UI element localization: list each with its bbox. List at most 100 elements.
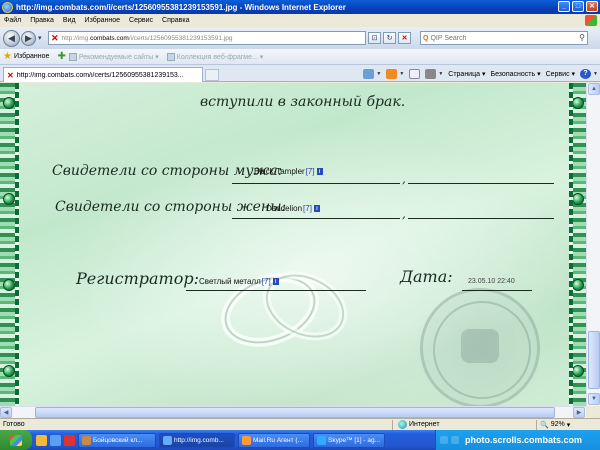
menu-view[interactable]: Вид (63, 17, 76, 24)
app-icon (82, 435, 91, 445)
task-button[interactable]: Skype™ [1] - ag... (313, 432, 385, 448)
menu-help[interactable]: Справка (162, 17, 189, 24)
info-icon[interactable]: i (313, 205, 320, 212)
certificate-header-text: вступили в законный брак. (200, 94, 406, 110)
search-box[interactable]: Q ⚲ (420, 31, 588, 45)
help-dropdown-icon[interactable]: ▼ (593, 71, 598, 77)
menu-tools[interactable]: Сервис (129, 17, 153, 24)
menu-bar: Файл Правка Вид Избранное Сервис Справка (0, 14, 600, 27)
print-icon[interactable] (425, 69, 437, 79)
page-menu[interactable]: Страница ▾ (448, 70, 485, 78)
scroll-up-button[interactable]: ▲ (588, 83, 600, 95)
compatibility-view-button[interactable]: ⊡ (368, 32, 381, 44)
horizontal-scrollbar[interactable]: ◀ ▶ (0, 406, 586, 418)
witness-wife-line (232, 218, 400, 219)
scroll-right-button[interactable]: ▶ (573, 407, 585, 418)
decorative-border-right (569, 83, 586, 406)
zone-label: Интернет (409, 421, 440, 428)
search-input[interactable] (430, 34, 571, 42)
safety-menu[interactable]: Безопасность ▾ (490, 70, 540, 78)
home-icon[interactable] (363, 69, 375, 79)
horizontal-scroll-thumb[interactable] (35, 407, 555, 418)
windows-flag-icon (10, 434, 22, 446)
zoom-control[interactable]: 🔍 92% ▾ (540, 421, 570, 429)
maximize-button[interactable]: □ (572, 1, 584, 12)
broken-image-icon: ✕ (51, 32, 59, 43)
address-toolbar: ◀ ▶ ▾ ✕ http://img.combats.com/i/certs/1… (0, 27, 600, 49)
feeds-dropdown-icon[interactable]: ▼ (399, 71, 404, 77)
gem-icon (3, 279, 15, 291)
witness-husband-value: Black-Tampler [7] i (254, 167, 323, 176)
gem-icon (3, 97, 15, 109)
new-tab-button[interactable] (205, 69, 219, 81)
info-icon[interactable]: i (272, 278, 279, 285)
mail-icon[interactable] (409, 69, 421, 79)
info-icon[interactable]: i (316, 168, 323, 175)
print-dropdown-icon[interactable]: ▼ (438, 71, 443, 77)
start-button[interactable] (0, 430, 32, 450)
favorites-star-icon[interactable]: ★ (3, 51, 12, 62)
qip-search-icon: Q (423, 34, 429, 42)
zoom-dropdown-icon[interactable]: ▾ (567, 421, 571, 429)
stop-button[interactable]: ✕ (398, 32, 411, 44)
gem-icon (3, 193, 15, 205)
status-text: Готово (3, 421, 25, 428)
status-divider (392, 420, 393, 430)
menu-favorites[interactable]: Избранное (85, 17, 120, 24)
tab-row: ✕ http://img.combats.com/i/certs/1256095… (0, 65, 600, 82)
separator-comma: , (402, 172, 406, 186)
tab-label: http://img.combats.com/i/certs/125609553… (16, 71, 184, 79)
menu-edit[interactable]: Правка (30, 17, 54, 24)
date-label: Дата: (400, 267, 453, 286)
scroll-left-button[interactable]: ◀ (0, 407, 12, 418)
witness-husband-label: Свидетели со стороны мужа: (52, 163, 283, 179)
add-favorite-icon[interactable]: ✚ (57, 51, 65, 62)
gem-icon (572, 97, 584, 109)
suggested-sites-link[interactable]: Рекомендуемые сайты ▾ (68, 52, 159, 61)
system-tray: photo.scrolls.combats.com (435, 430, 600, 450)
forward-button[interactable]: ▶ (21, 30, 36, 46)
quick-launch-icon[interactable] (36, 434, 47, 446)
task-button-active[interactable]: http://img.comb... (159, 432, 235, 448)
quick-launch-icon[interactable] (50, 434, 61, 446)
favorites-button[interactable]: Избранное (14, 53, 49, 60)
vertical-scrollbar[interactable]: ▲ ▼ (586, 83, 600, 406)
address-url[interactable]: http://img.combats.com/i/certs/125609553… (62, 35, 233, 42)
witness-wife-line-2 (408, 218, 554, 219)
scroll-down-button[interactable]: ▼ (588, 393, 600, 405)
web-slice-gallery-link[interactable]: Коллекция веб-фрагме... ▾ (166, 52, 263, 61)
mail-agent-icon (242, 435, 251, 445)
minimize-button[interactable]: _ (558, 1, 570, 12)
security-zone[interactable]: Интернет (398, 420, 440, 429)
back-button[interactable]: ◀ (3, 29, 20, 47)
task-button[interactable]: Бойцовский кл... (78, 432, 156, 448)
tab-current[interactable]: ✕ http://img.combats.com/i/certs/1256095… (3, 67, 203, 82)
search-icon[interactable]: ⚲ (579, 33, 585, 42)
home-dropdown-icon[interactable]: ▼ (376, 71, 381, 77)
date-line (462, 290, 532, 291)
vertical-scroll-thumb[interactable] (588, 331, 600, 389)
date-value: 23.05.10 22:40 (468, 278, 515, 285)
command-bar: ▼ ▼ ▼ Страница ▾ Безопасность ▾ Сервис ▾… (363, 67, 598, 81)
skype-icon (317, 435, 326, 445)
close-button[interactable]: ✕ (586, 1, 598, 12)
registrar-line (186, 290, 366, 291)
tools-menu[interactable]: Сервис ▾ (546, 70, 575, 78)
menu-file[interactable]: Файл (4, 17, 21, 24)
witness-husband-line-2 (408, 183, 554, 184)
feeds-icon[interactable] (386, 69, 398, 79)
tray-icon[interactable] (451, 436, 459, 444)
address-field[interactable]: ✕ http://img.combats.com/i/certs/1256095… (48, 31, 366, 45)
watermark: photo.scrolls.combats.com (465, 435, 583, 445)
witness-husband-name: Black-Tampler (254, 167, 305, 176)
certificate-image: вступили в законный брак. Свидетели со с… (0, 83, 586, 406)
fist-icon (461, 329, 499, 363)
refresh-button[interactable]: ↻ (383, 32, 396, 44)
registrar-name: Светлый металл (199, 277, 261, 286)
history-dropdown-icon[interactable]: ▾ (38, 34, 42, 42)
task-button[interactable]: Mail.Ru Агент (... (238, 432, 310, 448)
quick-launch-icon[interactable] (64, 434, 75, 446)
help-icon[interactable]: ? (580, 69, 592, 79)
tray-icon[interactable] (440, 436, 448, 444)
zoom-level: 92% (550, 421, 565, 428)
